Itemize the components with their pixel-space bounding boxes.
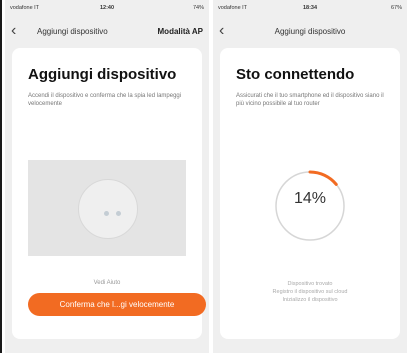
card-title: Sto connettendo [236, 66, 355, 83]
instruction-text: Accendi il dispositivo e conferma che la… [28, 93, 182, 107]
status-bar: vodafone IT 12:40 74% [5, 3, 209, 13]
status-bar: vodafone IT 18:34 67% [213, 3, 407, 13]
battery-label: 74% [192, 5, 204, 11]
card-title: Aggiungi dispositivo [28, 66, 177, 83]
clock: 12:40 [99, 5, 115, 11]
photo-frame-edge [0, 0, 2, 353]
phone-screen-connecting: vodafone IT 18:34 67% ‹ Aggiungi disposi… [213, 0, 407, 353]
progress-percent: 14% [293, 190, 327, 207]
ap-mode-button[interactable]: Modalità AP [158, 27, 203, 36]
clock: 18:34 [302, 5, 318, 11]
nav-title: Aggiungi dispositivo [274, 27, 346, 36]
instruction-text: Assicurati che il tuo smartphone ed il d… [236, 93, 384, 107]
step-item: Registro il dispositivo sul cloud [272, 289, 348, 295]
nav-title: Aggiungi dispositivo [37, 27, 108, 36]
progress-steps: Dispositivo trovato Registro il disposit… [220, 280, 400, 304]
step-item: Dispositivo trovato [287, 281, 333, 287]
add-device-card: Aggiungi dispositivo Accendi il disposit… [12, 48, 206, 339]
step-item: Inizializzo il dispositivo [282, 297, 338, 303]
battery-label: 67% [390, 5, 402, 11]
device-icon [78, 179, 138, 239]
help-link[interactable]: Vedi Aiuto [12, 280, 202, 286]
led-dot-icon [103, 210, 109, 216]
back-chevron-icon[interactable]: ‹ [11, 23, 16, 39]
confirm-led-button[interactable]: Conferma che l...gi velocemente [28, 293, 206, 316]
phone-screen-add-device: vodafone IT 12:40 74% ‹ Aggiungi disposi… [5, 0, 209, 353]
nav-bar: ‹ Aggiungi dispositivo Modalità AP [5, 18, 209, 44]
connecting-card: Sto connettendo Assicurati che il tuo sm… [220, 48, 400, 339]
device-illustration [28, 160, 186, 256]
nav-bar: ‹ Aggiungi dispositivo [213, 18, 407, 44]
